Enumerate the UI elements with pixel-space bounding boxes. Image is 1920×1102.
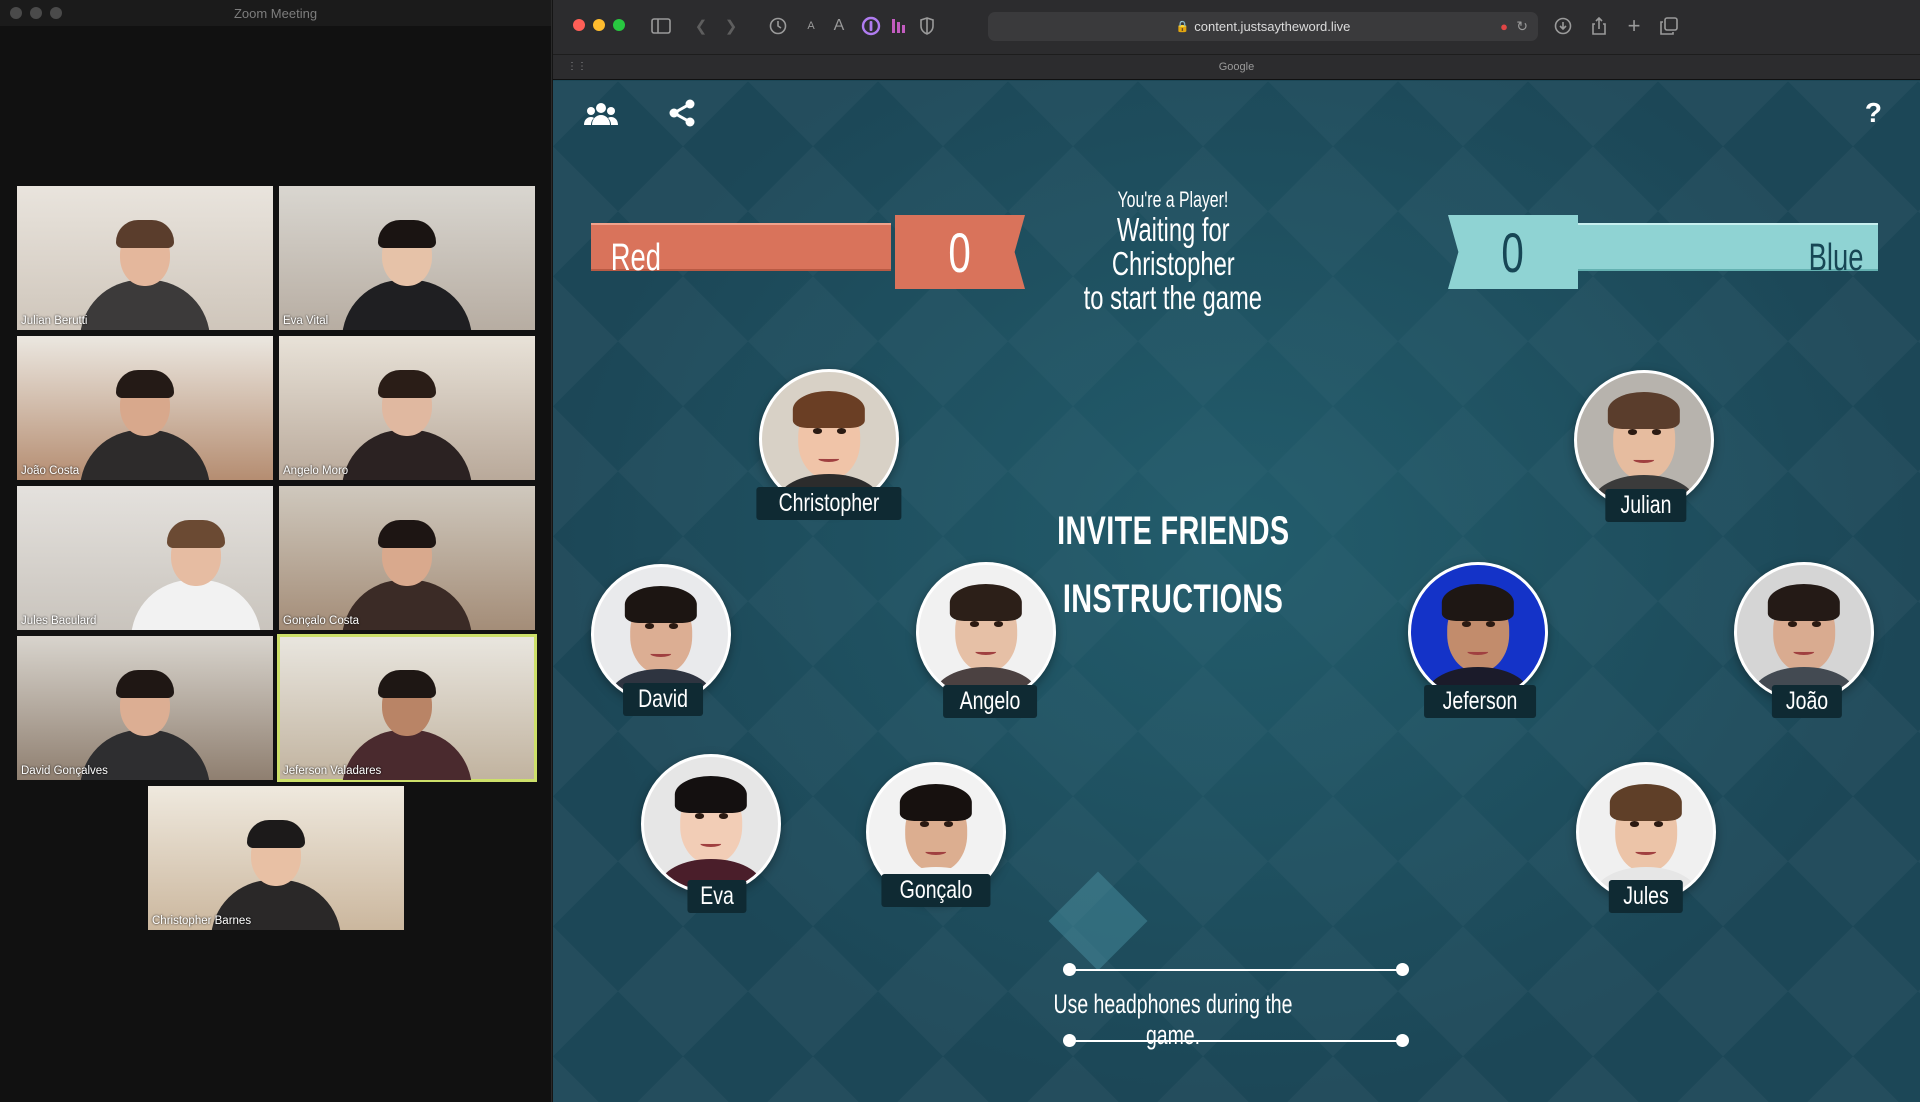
video-tile-joao[interactable]: João Costa: [17, 336, 273, 480]
password-extension-icon[interactable]: [859, 14, 883, 38]
participant-name: David Gonçalves: [21, 765, 108, 777]
player-label-eva: Eva: [687, 880, 747, 913]
zoom-window-title: Zoom Meeting: [233, 6, 318, 21]
divider-dot: [1396, 1034, 1409, 1047]
divider-dot: [1063, 1034, 1076, 1047]
red-team-name: Red: [610, 237, 661, 279]
player-label-christopher: Christopher: [756, 487, 902, 520]
share-icon[interactable]: [1587, 14, 1611, 38]
game-status: You're a Player! Waiting for Christopher…: [983, 187, 1363, 315]
shield-icon[interactable]: [915, 14, 939, 38]
share-link-icon[interactable]: [668, 99, 696, 132]
red-team-score-value: 0: [948, 220, 972, 284]
tab-bar: ⋮⋮ Google: [553, 54, 1920, 80]
divider-top: [1069, 969, 1403, 971]
text-smaller-icon[interactable]: A: [799, 14, 823, 38]
players-icon[interactable]: [584, 101, 618, 132]
player-label-goncalo: Gonçalo: [881, 874, 991, 907]
video-tile-jules[interactable]: Jules Baculard: [17, 486, 273, 630]
video-tile-eva[interactable]: Eva Vital: [279, 186, 535, 330]
video-tile-angelo[interactable]: Angelo Moro: [279, 336, 535, 480]
video-tile-david[interactable]: David Gonçalves: [17, 636, 273, 780]
browser-maximize-button[interactable]: [613, 19, 625, 31]
back-icon[interactable]: ❮: [689, 14, 713, 38]
video-tile-christopher[interactable]: Christopher Barnes: [148, 786, 404, 930]
status-role: You're a Player!: [1117, 187, 1229, 212]
browser-minimize-button[interactable]: [593, 19, 605, 31]
participant-name: Angelo Moro: [283, 465, 349, 477]
red-team-band: Red: [591, 223, 891, 279]
participant-name: Jules Baculard: [21, 615, 97, 627]
player-avatar-eva[interactable]: [641, 754, 781, 894]
microphone-icon[interactable]: ●: [1500, 19, 1508, 34]
help-button[interactable]: ?: [1865, 97, 1882, 129]
decorative-diamond: [1048, 871, 1148, 971]
invite-friends-button[interactable]: INVITE FRIENDS: [983, 509, 1363, 554]
downloads-icon[interactable]: [1551, 14, 1575, 38]
participant-name: Jeferson Valadares: [283, 765, 382, 777]
browser-close-button[interactable]: [573, 19, 585, 31]
text-larger-icon[interactable]: A: [827, 14, 851, 38]
divider-dot: [1063, 963, 1076, 976]
player-label-jules: Jules: [1608, 880, 1684, 913]
video-tile-julian[interactable]: Julian Berutti: [17, 186, 273, 330]
participant-name: Gonçalo Costa: [283, 615, 360, 627]
blue-team-score-box: 0: [1448, 215, 1578, 289]
history-icon[interactable]: [766, 14, 790, 38]
bar-extension-icon[interactable]: [887, 14, 911, 38]
divider-bottom: [1069, 1040, 1403, 1042]
player-avatar-joao[interactable]: [1734, 562, 1874, 702]
participant-name: João Costa: [21, 465, 80, 477]
new-tab-icon[interactable]: +: [1622, 13, 1646, 38]
divider-dot: [1396, 963, 1409, 976]
sidebar-toggle-icon[interactable]: [649, 14, 673, 38]
browser-toolbar: ❮ ❯ A A 🔒 content.justsaytheword.live ● …: [553, 0, 1920, 80]
forward-icon[interactable]: ❯: [719, 14, 743, 38]
lock-icon: 🔒: [1175, 21, 1190, 33]
zoom-window: Zoom Meeting Julian Berutti Eva Vital Jo…: [0, 0, 552, 1102]
player-label-jeferson: Jeferson: [1424, 685, 1536, 718]
status-waiting: Waiting for: [1116, 211, 1230, 248]
blue-team-band: Blue: [1578, 223, 1878, 279]
video-tile-jeferson[interactable]: Jeferson Valadares: [277, 634, 537, 782]
address-bar-url: content.justsaytheword.live: [1194, 19, 1351, 34]
player-label-julian: Julian: [1605, 489, 1687, 522]
blue-team-name: Blue: [1808, 237, 1864, 279]
instructions-label: INSTRUCTIONS: [1062, 577, 1284, 621]
player-avatar-jeferson[interactable]: [1408, 562, 1548, 702]
player-label-david: David: [623, 683, 703, 716]
participant-name: Christopher Barnes: [152, 915, 252, 927]
reload-icon[interactable]: ↻: [1516, 18, 1528, 35]
blue-team-score: Blue 0: [1448, 215, 1888, 289]
zoom-titlebar: Zoom Meeting: [0, 0, 551, 26]
status-action: to start the game: [1083, 279, 1263, 316]
invite-friends-label: INVITE FRIENDS: [1056, 509, 1290, 553]
tab-overview-icon[interactable]: [1657, 14, 1681, 38]
game-area: ? Red 0 You're a Player! Waiting for Chr…: [553, 81, 1920, 1102]
blue-team-score-value: 0: [1501, 220, 1525, 284]
player-label-angelo: Angelo: [943, 685, 1037, 718]
browser-window-controls[interactable]: [573, 19, 625, 31]
browser-window: ❮ ❯ A A 🔒 content.justsaytheword.live ● …: [553, 0, 1920, 1102]
tab-title[interactable]: Google: [1219, 61, 1254, 73]
address-bar[interactable]: 🔒 content.justsaytheword.live ● ↻: [988, 12, 1538, 41]
video-tile-goncalo[interactable]: Gonçalo Costa: [279, 486, 535, 630]
red-team-score: Red 0: [591, 215, 1031, 289]
status-host: Christopher: [1111, 245, 1235, 282]
player-label-joao: João: [1771, 685, 1843, 718]
participant-name: Julian Berutti: [21, 315, 88, 327]
player-avatar-angelo[interactable]: [916, 562, 1056, 702]
participant-name: Eva Vital: [283, 315, 329, 327]
grid-icon[interactable]: ⋮⋮: [567, 55, 587, 79]
